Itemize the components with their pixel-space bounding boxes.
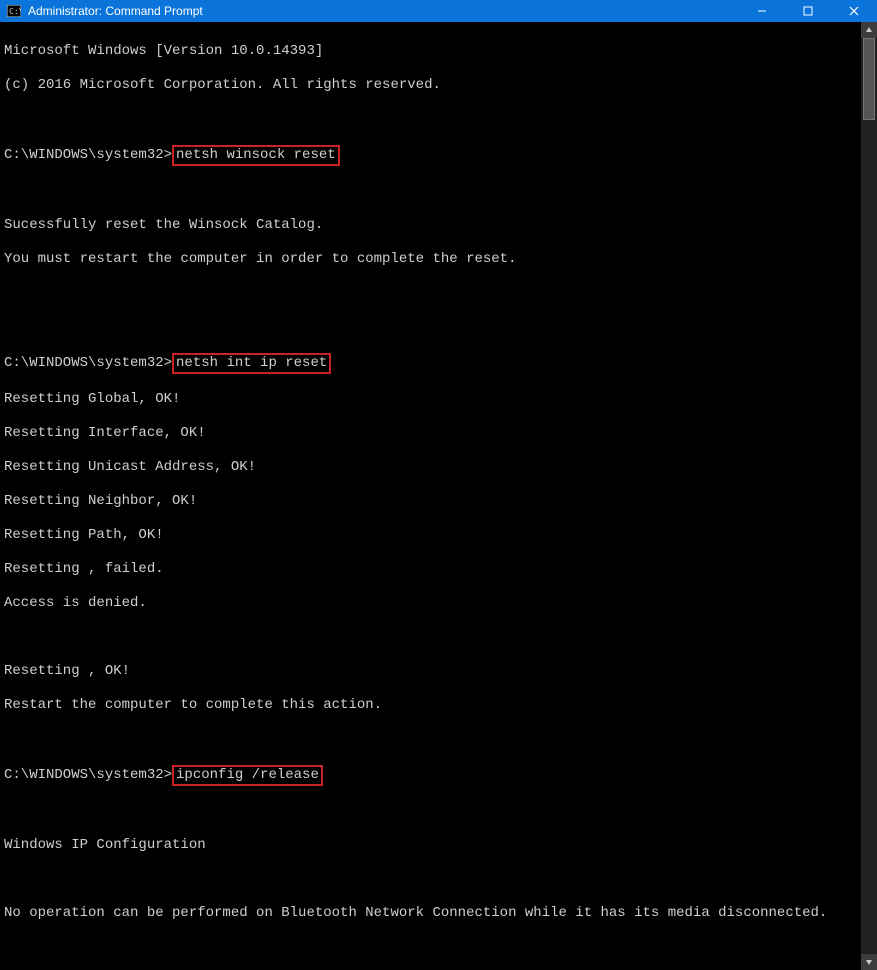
client-area: Microsoft Windows [Version 10.0.14393] (… xyxy=(0,22,877,970)
output-line: Resetting , failed. xyxy=(4,561,855,578)
scroll-down-arrow-icon[interactable] xyxy=(861,954,877,970)
cmd-icon: C:\ xyxy=(6,3,22,19)
output-line: Resetting Neighbor, OK! xyxy=(4,493,855,510)
prompt-line: C:\WINDOWS\system32>netsh winsock reset xyxy=(4,145,855,166)
output-line xyxy=(4,871,855,888)
output-line xyxy=(4,111,855,128)
output-line xyxy=(4,183,855,200)
minimize-button[interactable] xyxy=(739,0,785,22)
terminal-output[interactable]: Microsoft Windows [Version 10.0.14393] (… xyxy=(0,22,861,970)
output-line: Windows IP Configuration xyxy=(4,837,855,854)
prompt-text: C:\WINDOWS\system32> xyxy=(4,355,172,372)
output-line: Resetting Interface, OK! xyxy=(4,425,855,442)
output-line: Resetting Unicast Address, OK! xyxy=(4,459,855,476)
output-line xyxy=(4,319,855,336)
output-line xyxy=(4,803,855,820)
scrollbar-track[interactable] xyxy=(861,38,877,954)
command-prompt-window: C:\ Administrator: Command Prompt Micros… xyxy=(0,0,877,970)
output-line xyxy=(4,629,855,646)
output-line: Resetting Global, OK! xyxy=(4,391,855,408)
maximize-button[interactable] xyxy=(785,0,831,22)
command-highlight: netsh winsock reset xyxy=(172,145,340,166)
output-line: You must restart the computer in order t… xyxy=(4,251,855,268)
prompt-line: C:\WINDOWS\system32>ipconfig /release xyxy=(4,765,855,786)
output-line: Restart the computer to complete this ac… xyxy=(4,697,855,714)
command-highlight: netsh int ip reset xyxy=(172,353,331,374)
output-line xyxy=(4,731,855,748)
prompt-line: C:\WINDOWS\system32>netsh int ip reset xyxy=(4,353,855,374)
output-line: Access is denied. xyxy=(4,595,855,612)
output-line: (c) 2016 Microsoft Corporation. All righ… xyxy=(4,77,855,94)
titlebar[interactable]: C:\ Administrator: Command Prompt xyxy=(0,0,877,22)
output-line: Microsoft Windows [Version 10.0.14393] xyxy=(4,43,855,60)
output-line: No operation can be performed on Bluetoo… xyxy=(4,905,855,922)
window-title: Administrator: Command Prompt xyxy=(28,4,739,18)
vertical-scrollbar[interactable] xyxy=(861,22,877,970)
command-highlight: ipconfig /release xyxy=(172,765,323,786)
scrollbar-thumb[interactable] xyxy=(863,38,875,120)
svg-text:C:\: C:\ xyxy=(9,7,21,16)
prompt-text: C:\WINDOWS\system32> xyxy=(4,147,172,164)
output-line xyxy=(4,939,855,956)
output-line: Sucessfully reset the Winsock Catalog. xyxy=(4,217,855,234)
prompt-text: C:\WINDOWS\system32> xyxy=(4,767,172,784)
scroll-up-arrow-icon[interactable] xyxy=(861,22,877,38)
close-button[interactable] xyxy=(831,0,877,22)
output-line: Resetting , OK! xyxy=(4,663,855,680)
output-line: Resetting Path, OK! xyxy=(4,527,855,544)
output-line xyxy=(4,285,855,302)
